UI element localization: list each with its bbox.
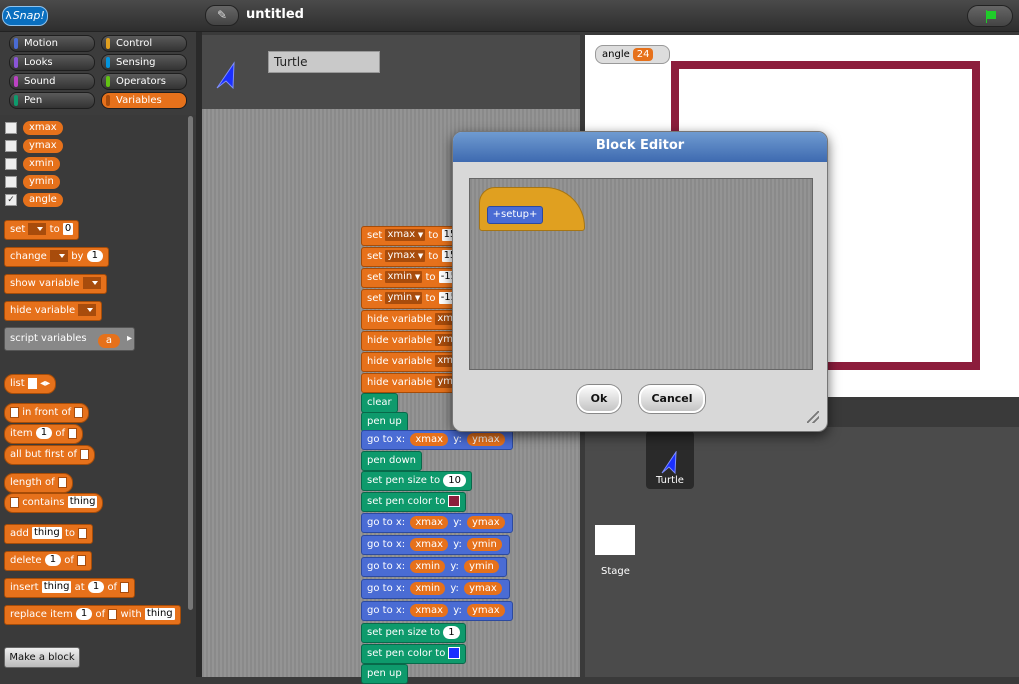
var-checkbox-xmin[interactable] [5,158,17,170]
category-sound[interactable]: Sound [9,73,95,90]
sprite-thumbnail-turtle[interactable]: Turtle [646,431,694,489]
script-block[interactable]: go to x: xmin y: ymax [361,579,510,599]
turtle-arrow-icon [216,61,235,90]
block-script-variables[interactable]: script variables a ▸ [4,327,135,351]
resize-handle-icon[interactable] [807,411,819,423]
block-in-front-of[interactable]: in front of [4,403,90,423]
green-flag-icon [987,11,996,19]
block-show-variable[interactable]: show variable [4,274,107,294]
make-a-block-button[interactable]: Make a block [4,647,80,668]
project-title: untitled [246,7,304,22]
dropdown-arrow-icon: ▼ [414,273,421,281]
dropdown-arrow-icon: ▼ [414,294,421,302]
green-flag-button[interactable] [967,5,1013,27]
script-block[interactable]: set pen color to [361,644,467,664]
pencil-icon: ✎ [216,8,228,22]
dialog-title[interactable]: Block Editor [453,132,827,162]
script-block[interactable]: clear [361,393,398,413]
block-item-of[interactable]: item 1 of [4,424,84,444]
script-block[interactable]: pen down [361,451,422,471]
script-block[interactable]: pen up [361,412,408,432]
category-looks[interactable]: Looks [9,54,95,71]
variable-watcher-angle[interactable]: angle 24 [595,45,670,64]
turtle-arrow-icon [661,450,677,475]
block-replace-item[interactable]: replace item 1 of with thing [4,605,181,625]
block-add[interactable]: add thing to [4,524,94,544]
stage-label: Stage [601,566,630,577]
plus-icon: + [492,209,502,220]
script-block[interactable]: set pen color to [361,492,467,512]
var-checkbox-ymax[interactable] [5,140,17,152]
color-swatch[interactable] [448,495,461,507]
block-change[interactable]: change by 1 [4,247,110,267]
plus-icon: + [528,209,538,220]
category-sensing[interactable]: Sensing [101,54,187,71]
palette-scrollbar[interactable] [188,116,193,610]
custom-block-prototype[interactable]: +setup+ [487,206,543,224]
block-all-but-first[interactable]: all but first of [4,445,96,465]
color-swatch[interactable] [448,647,461,659]
script-block[interactable]: go to x: xmax y: ymin [361,535,510,555]
sprite-header [202,35,580,109]
script-block[interactable]: pen up [361,664,408,684]
category-variables[interactable]: Variables [101,92,187,109]
script-block[interactable]: set pen size to 1 [361,623,466,643]
ok-button[interactable]: Ok [577,385,621,413]
block-editor-dialog: Block Editor +setup+ Ok Cancel [452,131,828,432]
var-reporter-angle[interactable]: angle [23,193,63,207]
arrow-right-icon: ▸ [127,333,133,344]
top-bar: λSnap! ✎ untitled [0,0,1019,32]
var-checkbox-ymin[interactable] [5,176,17,188]
cancel-button[interactable]: Cancel [639,385,705,413]
arrows-icon: ◂▸ [40,378,51,389]
var-reporter-xmin[interactable]: xmin [23,157,60,171]
script-block[interactable]: set pen size to 10 [361,471,473,491]
var-reporter-ymin[interactable]: ymin [23,175,60,189]
category-pen[interactable]: Pen [9,92,95,109]
sprite-name-field[interactable]: Turtle [268,51,380,73]
category-selector: Motion Control Looks Sensing Sound Opera… [0,32,200,115]
block-insert[interactable]: insert thing at 1 of [4,578,136,598]
category-control[interactable]: Control [101,35,187,52]
block-list[interactable]: list ◂▸ [4,374,57,394]
script-block[interactable]: go to x: xmax y: ymax [361,513,513,533]
category-motion[interactable]: Motion [9,35,95,52]
block-delete[interactable]: delete 1 of [4,551,93,571]
block-hide-variable[interactable]: hide variable [4,301,103,321]
block-set[interactable]: set to 0 [4,220,80,240]
snap-logo[interactable]: λSnap! [2,6,48,26]
script-block[interactable]: go to x: xmax y: ymax [361,430,513,450]
stage-thumbnail[interactable] [595,525,635,555]
script-block[interactable]: go to x: xmax y: ymax [361,601,513,621]
var-reporter-ymax[interactable]: ymax [23,139,63,153]
project-menu-button[interactable]: ✎ [205,5,239,26]
var-checkbox-xmax[interactable] [5,122,17,134]
var-reporter-xmax[interactable]: xmax [23,121,63,135]
var-checkbox-angle[interactable]: ✓ [5,194,17,206]
block-contains[interactable]: contains thing [4,493,104,513]
dropdown-arrow-icon: ▼ [417,252,424,260]
dropdown-arrow-icon: ▼ [417,231,424,239]
sprite-thumbnail-label: Turtle [656,475,684,486]
block-length-of[interactable]: length of [4,473,73,493]
script-block[interactable]: go to x: xmin y: ymin [361,557,507,577]
category-operators[interactable]: Operators [101,73,187,90]
